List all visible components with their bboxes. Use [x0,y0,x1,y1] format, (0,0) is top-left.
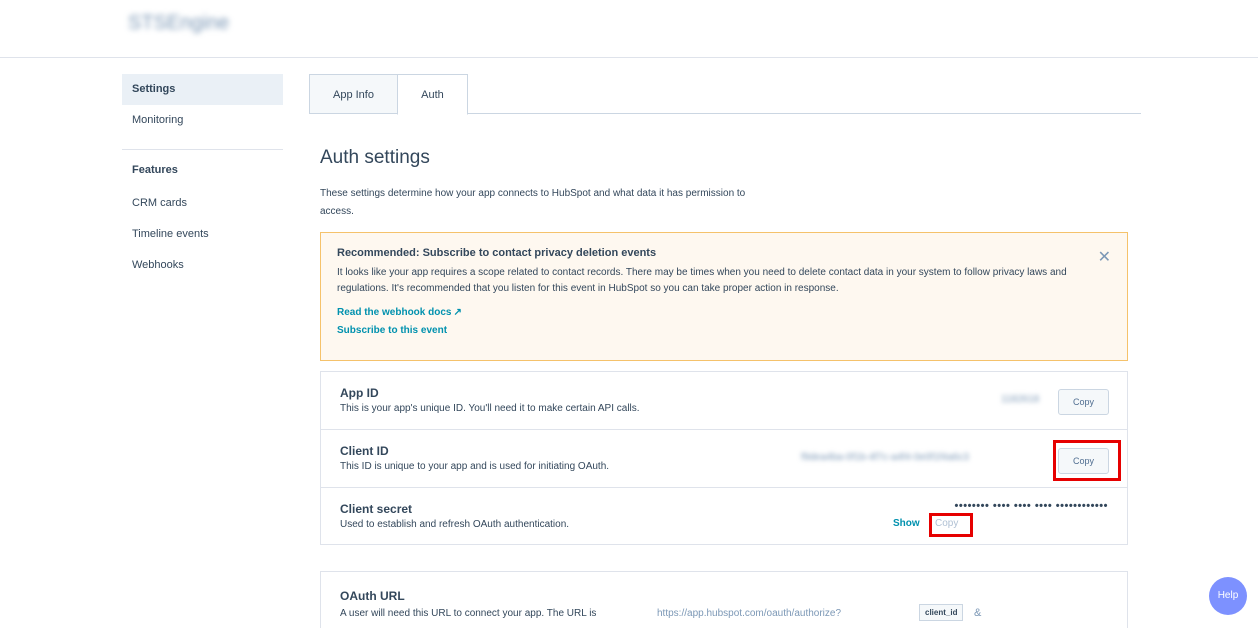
client-id-description: This ID is unique to your app and is use… [340,461,610,472]
privacy-alert: Recommended: Subscribe to contact privac… [320,232,1128,361]
tab-auth[interactable]: Auth [397,74,468,115]
tab-app-info[interactable]: App Info [309,74,398,114]
tab-bar: App Info Auth [309,74,1141,115]
app-id-row: App ID This is your app's unique ID. You… [321,372,1127,430]
client-secret-description: Used to establish and refresh OAuth auth… [340,519,570,530]
sidebar: Settings Monitoring Features CRM cards T… [122,74,283,281]
credentials-card: App ID This is your app's unique ID. You… [320,371,1128,545]
help-button[interactable]: Help [1209,577,1247,615]
highlight-box [1053,440,1121,481]
sidebar-item-webhooks[interactable]: Webhooks [122,250,283,281]
sidebar-item-timeline-events[interactable]: Timeline events [122,219,283,250]
client-secret-row: Client secret Used to establish and refr… [321,488,1127,546]
url-ampersand: & [974,607,982,619]
oauth-url: https://app.hubspot.com/oauth/authorize? [657,608,842,619]
app-name: STSEngine [128,12,230,34]
copy-app-id-button[interactable]: Copy [1058,389,1109,415]
alert-body: It looks like your app requires a scope … [337,267,1067,294]
app-id-description: This is your app's unique ID. You'll nee… [340,403,640,414]
client-secret-masked: •••••••• •••• •••• •••• •••••••••••• [954,500,1108,512]
page-title: Auth settings [320,147,430,168]
client-secret-title: Client secret [340,502,413,516]
sidebar-heading-features: Features [132,164,178,176]
highlight-box [929,513,973,537]
app-id-title: App ID [340,386,379,400]
oauth-card: OAuth URL A user will need this URL to c… [320,571,1128,628]
app-id-value: 1182618 [1001,394,1040,405]
sidebar-divider [122,149,283,150]
sidebar-item-settings[interactable]: Settings [122,74,283,105]
oauth-title: OAuth URL [340,589,405,603]
external-link-icon: ↗ [453,307,462,318]
subscribe-event-link[interactable]: Subscribe to this event [337,325,1111,336]
page-description: These settings determine how your app co… [320,188,746,217]
oauth-description: A user will need this URL to connect you… [340,608,597,619]
client-id-row: Client ID This ID is unique to your app … [321,430,1127,488]
client-id-param-chip: client_id [919,604,964,621]
alert-title: Recommended: Subscribe to contact privac… [337,247,657,259]
client-id-title: Client ID [340,444,389,458]
top-bar: STSEngine [0,0,1258,58]
webhook-docs-link[interactable]: Read the webhook docs ↗ [337,307,1111,318]
webhook-docs-link-label: Read the webhook docs [337,307,452,318]
close-icon[interactable]: ✕ [1098,247,1111,267]
client-id-value: f9dea4ba-0f1b-4f7c-a4f4-0e0f1f4a6c3 [801,452,969,463]
show-secret-link[interactable]: Show [893,518,920,529]
sidebar-item-crm-cards[interactable]: CRM cards [122,188,283,219]
sidebar-item-monitoring[interactable]: Monitoring [122,105,283,136]
